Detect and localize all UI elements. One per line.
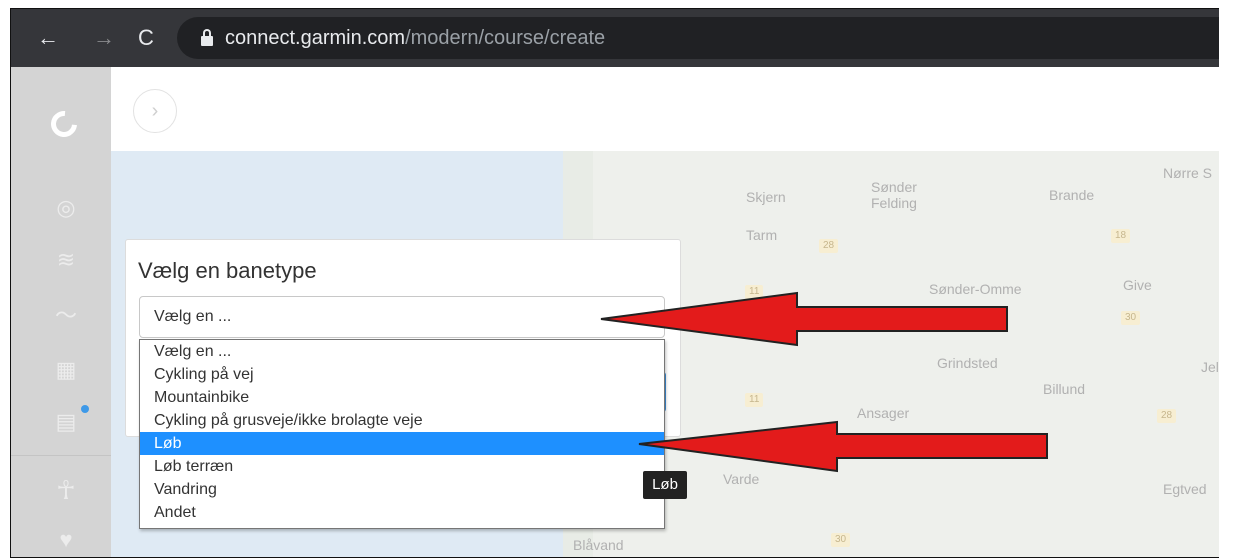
annotation-arrows bbox=[600, 291, 1048, 473]
red-arrow-icon bbox=[600, 291, 1008, 347]
screenshot-frame: ← → C connect.garmin.com/modern/course/c… bbox=[10, 8, 1219, 558]
red-arrow-icon bbox=[638, 420, 1048, 473]
